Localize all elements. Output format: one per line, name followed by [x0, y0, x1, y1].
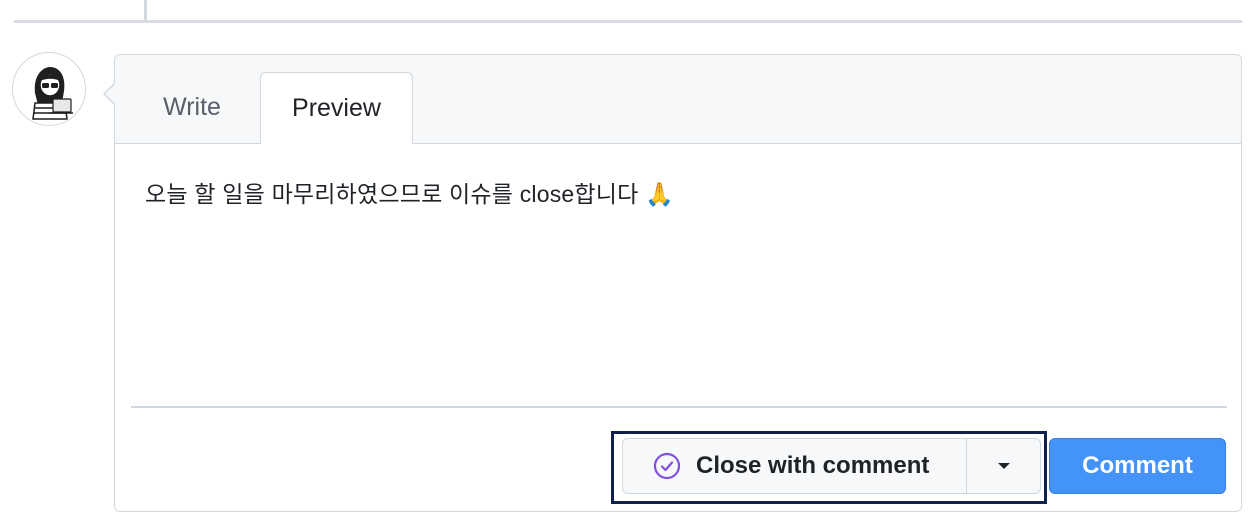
comment-button[interactable]: Comment — [1049, 438, 1226, 494]
triangle-down-icon — [997, 463, 1010, 469]
close-with-comment-button[interactable]: Close with comment — [623, 439, 967, 493]
close-with-comment-label: Close with comment — [696, 452, 930, 479]
preview-divider — [131, 406, 1227, 408]
avatar[interactable] — [12, 52, 86, 126]
check-circle-icon — [653, 452, 681, 480]
tab-preview[interactable]: Preview — [260, 72, 413, 144]
timeline-line — [144, 0, 147, 22]
tab-write[interactable]: Write — [133, 72, 251, 143]
avatar-illustration-icon — [14, 54, 85, 125]
tab-bar: Write Preview — [115, 55, 1241, 144]
close-split-button: Close with comment — [622, 438, 1041, 494]
close-options-dropdown[interactable] — [967, 439, 1040, 493]
preview-content: 오늘 할 일을 마무리하였으므로 이슈를 close합니다 🙏 — [145, 181, 674, 207]
timeline-divider — [14, 20, 1242, 23]
comment-caret-inner — [105, 83, 116, 105]
